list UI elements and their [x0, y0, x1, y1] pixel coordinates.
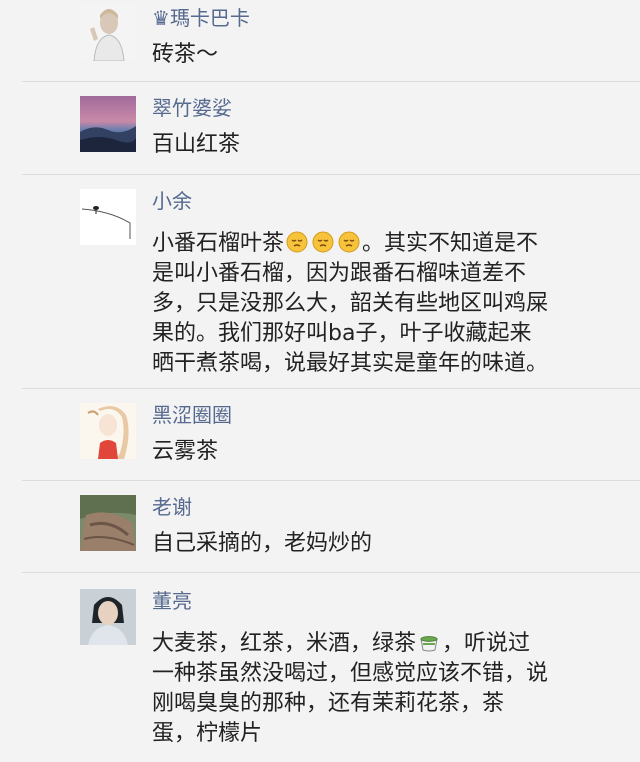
avatar-photo-mountain-sunset: [80, 96, 136, 152]
comment-text: 自己采摘的，老妈炒的: [152, 531, 373, 556]
avatar-photo-tree: [80, 495, 136, 551]
comment-item: 黑涩圈圈 云雾茶: [0, 389, 640, 481]
comment-list: ♛瑪卡巴卡 砖茶～ 翠竹婆娑 百山红茶 小余 小番石榴叶茶 。其实不知道是不 是…: [0, 0, 640, 762]
comment-text: 小番石榴叶茶 。其实不知道是不 是叫小番石榴，因为跟番石榴味道差不 多，只是没那么…: [152, 231, 549, 376]
crown-icon: ♛: [152, 6, 170, 30]
comment-item: 小余 小番石榴叶茶 。其实不知道是不 是叫小番石榴，因为跟番石榴味道差不 多，只是…: [0, 175, 640, 389]
comment-text: 砖茶～: [152, 42, 219, 67]
avatar[interactable]: [80, 495, 136, 551]
avatar[interactable]: [80, 96, 136, 152]
commenter-name[interactable]: 黑涩圈圈: [152, 403, 232, 427]
commenter-name[interactable]: 老谢: [152, 495, 192, 519]
avatar-photo-person: [80, 589, 136, 645]
sleepy-face-emoji: [286, 231, 308, 253]
avatar[interactable]: [80, 5, 136, 61]
comment-text: 大麦茶，红茶，米酒，绿茶 ，听说过 一种茶虽然没喝过，但感觉应该不错，说 刚喝臭臭…: [152, 631, 549, 746]
comment-item: 老谢 自己采摘的，老妈炒的: [0, 481, 640, 573]
comment-item: ♛瑪卡巴卡 砖茶～: [0, 0, 640, 82]
commenter-name[interactable]: ♛瑪卡巴卡: [152, 6, 250, 30]
commenter-name[interactable]: 小余: [152, 189, 192, 213]
comment-item: 翠竹婆娑 百山红茶: [0, 82, 640, 175]
avatar-bird-on-wire: [80, 189, 136, 245]
commenter-name[interactable]: 董亮: [152, 589, 192, 613]
sleepy-face-emoji: [312, 231, 334, 253]
sleepy-face-emoji: [338, 231, 360, 253]
avatar[interactable]: [80, 403, 136, 459]
avatar[interactable]: [80, 189, 136, 245]
avatar[interactable]: [80, 589, 136, 645]
comment-item: 董亮 大麦茶，红茶，米酒，绿茶 ，听说过 一种茶虽然没喝过，但感觉应该不错，说 刚…: [0, 573, 640, 762]
commenter-name[interactable]: 翠竹婆娑: [152, 96, 232, 120]
comment-text: 云雾茶: [152, 439, 219, 464]
tea-cup-emoji: [420, 636, 438, 652]
avatar-photo-woman: [80, 5, 136, 61]
avatar-anime-girl: [80, 403, 136, 459]
comment-text: 百山红茶: [152, 132, 241, 157]
